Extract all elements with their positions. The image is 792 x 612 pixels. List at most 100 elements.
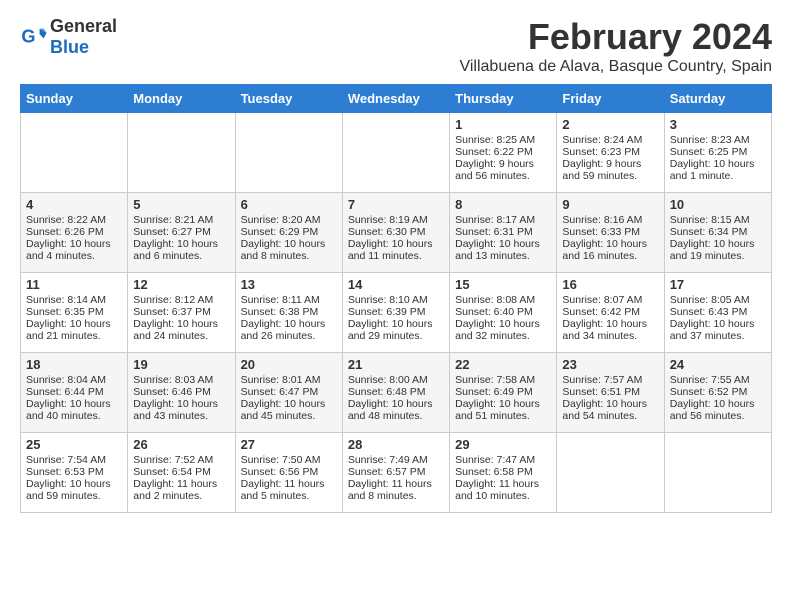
day-number: 2 [562,117,658,132]
sunrise-text: Sunrise: 8:07 AM [562,294,658,306]
daylight-text: Daylight: 10 hours and 54 minutes. [562,398,658,422]
sunrise-text: Sunrise: 7:57 AM [562,374,658,386]
sunrise-text: Sunrise: 8:16 AM [562,214,658,226]
day-number: 28 [348,437,444,452]
daylight-text: Daylight: 10 hours and 34 minutes. [562,318,658,342]
sunset-text: Sunset: 6:38 PM [241,306,337,318]
day-number: 10 [670,197,766,212]
daylight-text: Daylight: 11 hours and 5 minutes. [241,478,337,502]
day-number: 16 [562,277,658,292]
calendar-cell: 21Sunrise: 8:00 AMSunset: 6:48 PMDayligh… [342,353,449,433]
calendar-cell: 19Sunrise: 8:03 AMSunset: 6:46 PMDayligh… [128,353,235,433]
sunset-text: Sunset: 6:48 PM [348,386,444,398]
day-number: 26 [133,437,229,452]
weekday-header-friday: Friday [557,85,664,113]
weekday-header-sunday: Sunday [21,85,128,113]
calendar-cell: 14Sunrise: 8:10 AMSunset: 6:39 PMDayligh… [342,273,449,353]
daylight-text: Daylight: 10 hours and 4 minutes. [26,238,122,262]
sunrise-text: Sunrise: 8:08 AM [455,294,551,306]
sunset-text: Sunset: 6:25 PM [670,146,766,158]
sunset-text: Sunset: 6:40 PM [455,306,551,318]
sunrise-text: Sunrise: 7:50 AM [241,454,337,466]
calendar-week-2: 4Sunrise: 8:22 AMSunset: 6:26 PMDaylight… [21,193,772,273]
day-number: 6 [241,197,337,212]
calendar-week-1: 1Sunrise: 8:25 AMSunset: 6:22 PMDaylight… [21,113,772,193]
daylight-text: Daylight: 10 hours and 21 minutes. [26,318,122,342]
weekday-header-monday: Monday [128,85,235,113]
sunrise-text: Sunrise: 8:14 AM [26,294,122,306]
calendar-cell [342,113,449,193]
sunrise-text: Sunrise: 8:22 AM [26,214,122,226]
daylight-text: Daylight: 10 hours and 59 minutes. [26,478,122,502]
sunrise-text: Sunrise: 8:15 AM [670,214,766,226]
sunset-text: Sunset: 6:27 PM [133,226,229,238]
calendar-cell: 4Sunrise: 8:22 AMSunset: 6:26 PMDaylight… [21,193,128,273]
logo-general: General [50,16,117,36]
sunset-text: Sunset: 6:58 PM [455,466,551,478]
sunrise-text: Sunrise: 8:20 AM [241,214,337,226]
day-number: 20 [241,357,337,372]
title-section: February 2024 Villabuena de Alava, Basqu… [459,16,772,76]
day-number: 12 [133,277,229,292]
sunrise-text: Sunrise: 8:01 AM [241,374,337,386]
day-number: 11 [26,277,122,292]
calendar-cell: 26Sunrise: 7:52 AMSunset: 6:54 PMDayligh… [128,433,235,513]
calendar-cell: 1Sunrise: 8:25 AMSunset: 6:22 PMDaylight… [450,113,557,193]
daylight-text: Daylight: 10 hours and 56 minutes. [670,398,766,422]
sunset-text: Sunset: 6:37 PM [133,306,229,318]
logo: G General Blue [20,16,117,58]
sunrise-text: Sunrise: 8:00 AM [348,374,444,386]
day-number: 22 [455,357,551,372]
sunrise-text: Sunrise: 7:47 AM [455,454,551,466]
sunset-text: Sunset: 6:23 PM [562,146,658,158]
day-number: 25 [26,437,122,452]
calendar-cell: 28 Sunrise: 7:49 AMSunset: 6:57 PMDayligh… [342,433,449,513]
weekday-header-wednesday: Wednesday [342,85,449,113]
calendar-cell: 6Sunrise: 8:20 AMSunset: 6:29 PMDaylight… [235,193,342,273]
calendar-cell: 2 Sunrise: 8:24 AMSunset: 6:23 PMDaylight… [557,113,664,193]
day-number: 4 [26,197,122,212]
day-number: 23 [562,357,658,372]
calendar-cell: 23Sunrise: 7:57 AMSunset: 6:51 PMDayligh… [557,353,664,433]
calendar-cell [235,113,342,193]
calendar-cell: 9Sunrise: 8:16 AMSunset: 6:33 PMDaylight… [557,193,664,273]
sunrise-text: Sunrise: 8:23 AM [670,134,766,146]
daylight-text: Daylight: 10 hours and 32 minutes. [455,318,551,342]
daylight-text: Daylight: 10 hours and 24 minutes. [133,318,229,342]
day-number: 9 [562,197,658,212]
calendar-cell: 12 Sunrise: 8:12 AMSunset: 6:37 PMDayligh… [128,273,235,353]
sunset-text: Sunset: 6:22 PM [455,146,551,158]
calendar-cell: 27 Sunrise: 7:50 AMSunset: 6:56 PMDayligh… [235,433,342,513]
day-number: 17 [670,277,766,292]
logo-text: General Blue [50,16,117,58]
sunrise-text: Sunrise: 7:58 AM [455,374,551,386]
sunset-text: Sunset: 6:42 PM [562,306,658,318]
sunrise-text: Sunrise: 8:24 AM [562,134,658,146]
day-number: 27 [241,437,337,452]
sunrise-text: Sunrise: 8:04 AM [26,374,122,386]
daylight-text: Daylight: 9 hours and 59 minutes. [562,158,658,182]
sunrise-text: Sunrise: 7:54 AM [26,454,122,466]
calendar-cell: 29Sunrise: 7:47 AMSunset: 6:58 PMDayligh… [450,433,557,513]
sunset-text: Sunset: 6:56 PM [241,466,337,478]
calendar-cell [557,433,664,513]
sunrise-text: Sunrise: 8:05 AM [670,294,766,306]
day-number: 14 [348,277,444,292]
daylight-text: Daylight: 10 hours and 6 minutes. [133,238,229,262]
calendar-table: SundayMondayTuesdayWednesdayThursdayFrid… [20,84,772,513]
sunset-text: Sunset: 6:46 PM [133,386,229,398]
sunrise-text: Sunrise: 8:12 AM [133,294,229,306]
sunrise-text: Sunrise: 7:49 AM [348,454,444,466]
daylight-text: Daylight: 10 hours and 45 minutes. [241,398,337,422]
sunset-text: Sunset: 6:43 PM [670,306,766,318]
calendar-cell: 15 Sunrise: 8:08 AMSunset: 6:40 PMDayligh… [450,273,557,353]
daylight-text: Daylight: 11 hours and 10 minutes. [455,478,551,502]
daylight-text: Daylight: 10 hours and 13 minutes. [455,238,551,262]
sunset-text: Sunset: 6:33 PM [562,226,658,238]
sunset-text: Sunset: 6:57 PM [348,466,444,478]
day-number: 15 [455,277,551,292]
daylight-text: Daylight: 11 hours and 8 minutes. [348,478,444,502]
sunset-text: Sunset: 6:49 PM [455,386,551,398]
calendar-cell: 11Sunrise: 8:14 AMSunset: 6:35 PMDayligh… [21,273,128,353]
daylight-text: Daylight: 10 hours and 51 minutes. [455,398,551,422]
